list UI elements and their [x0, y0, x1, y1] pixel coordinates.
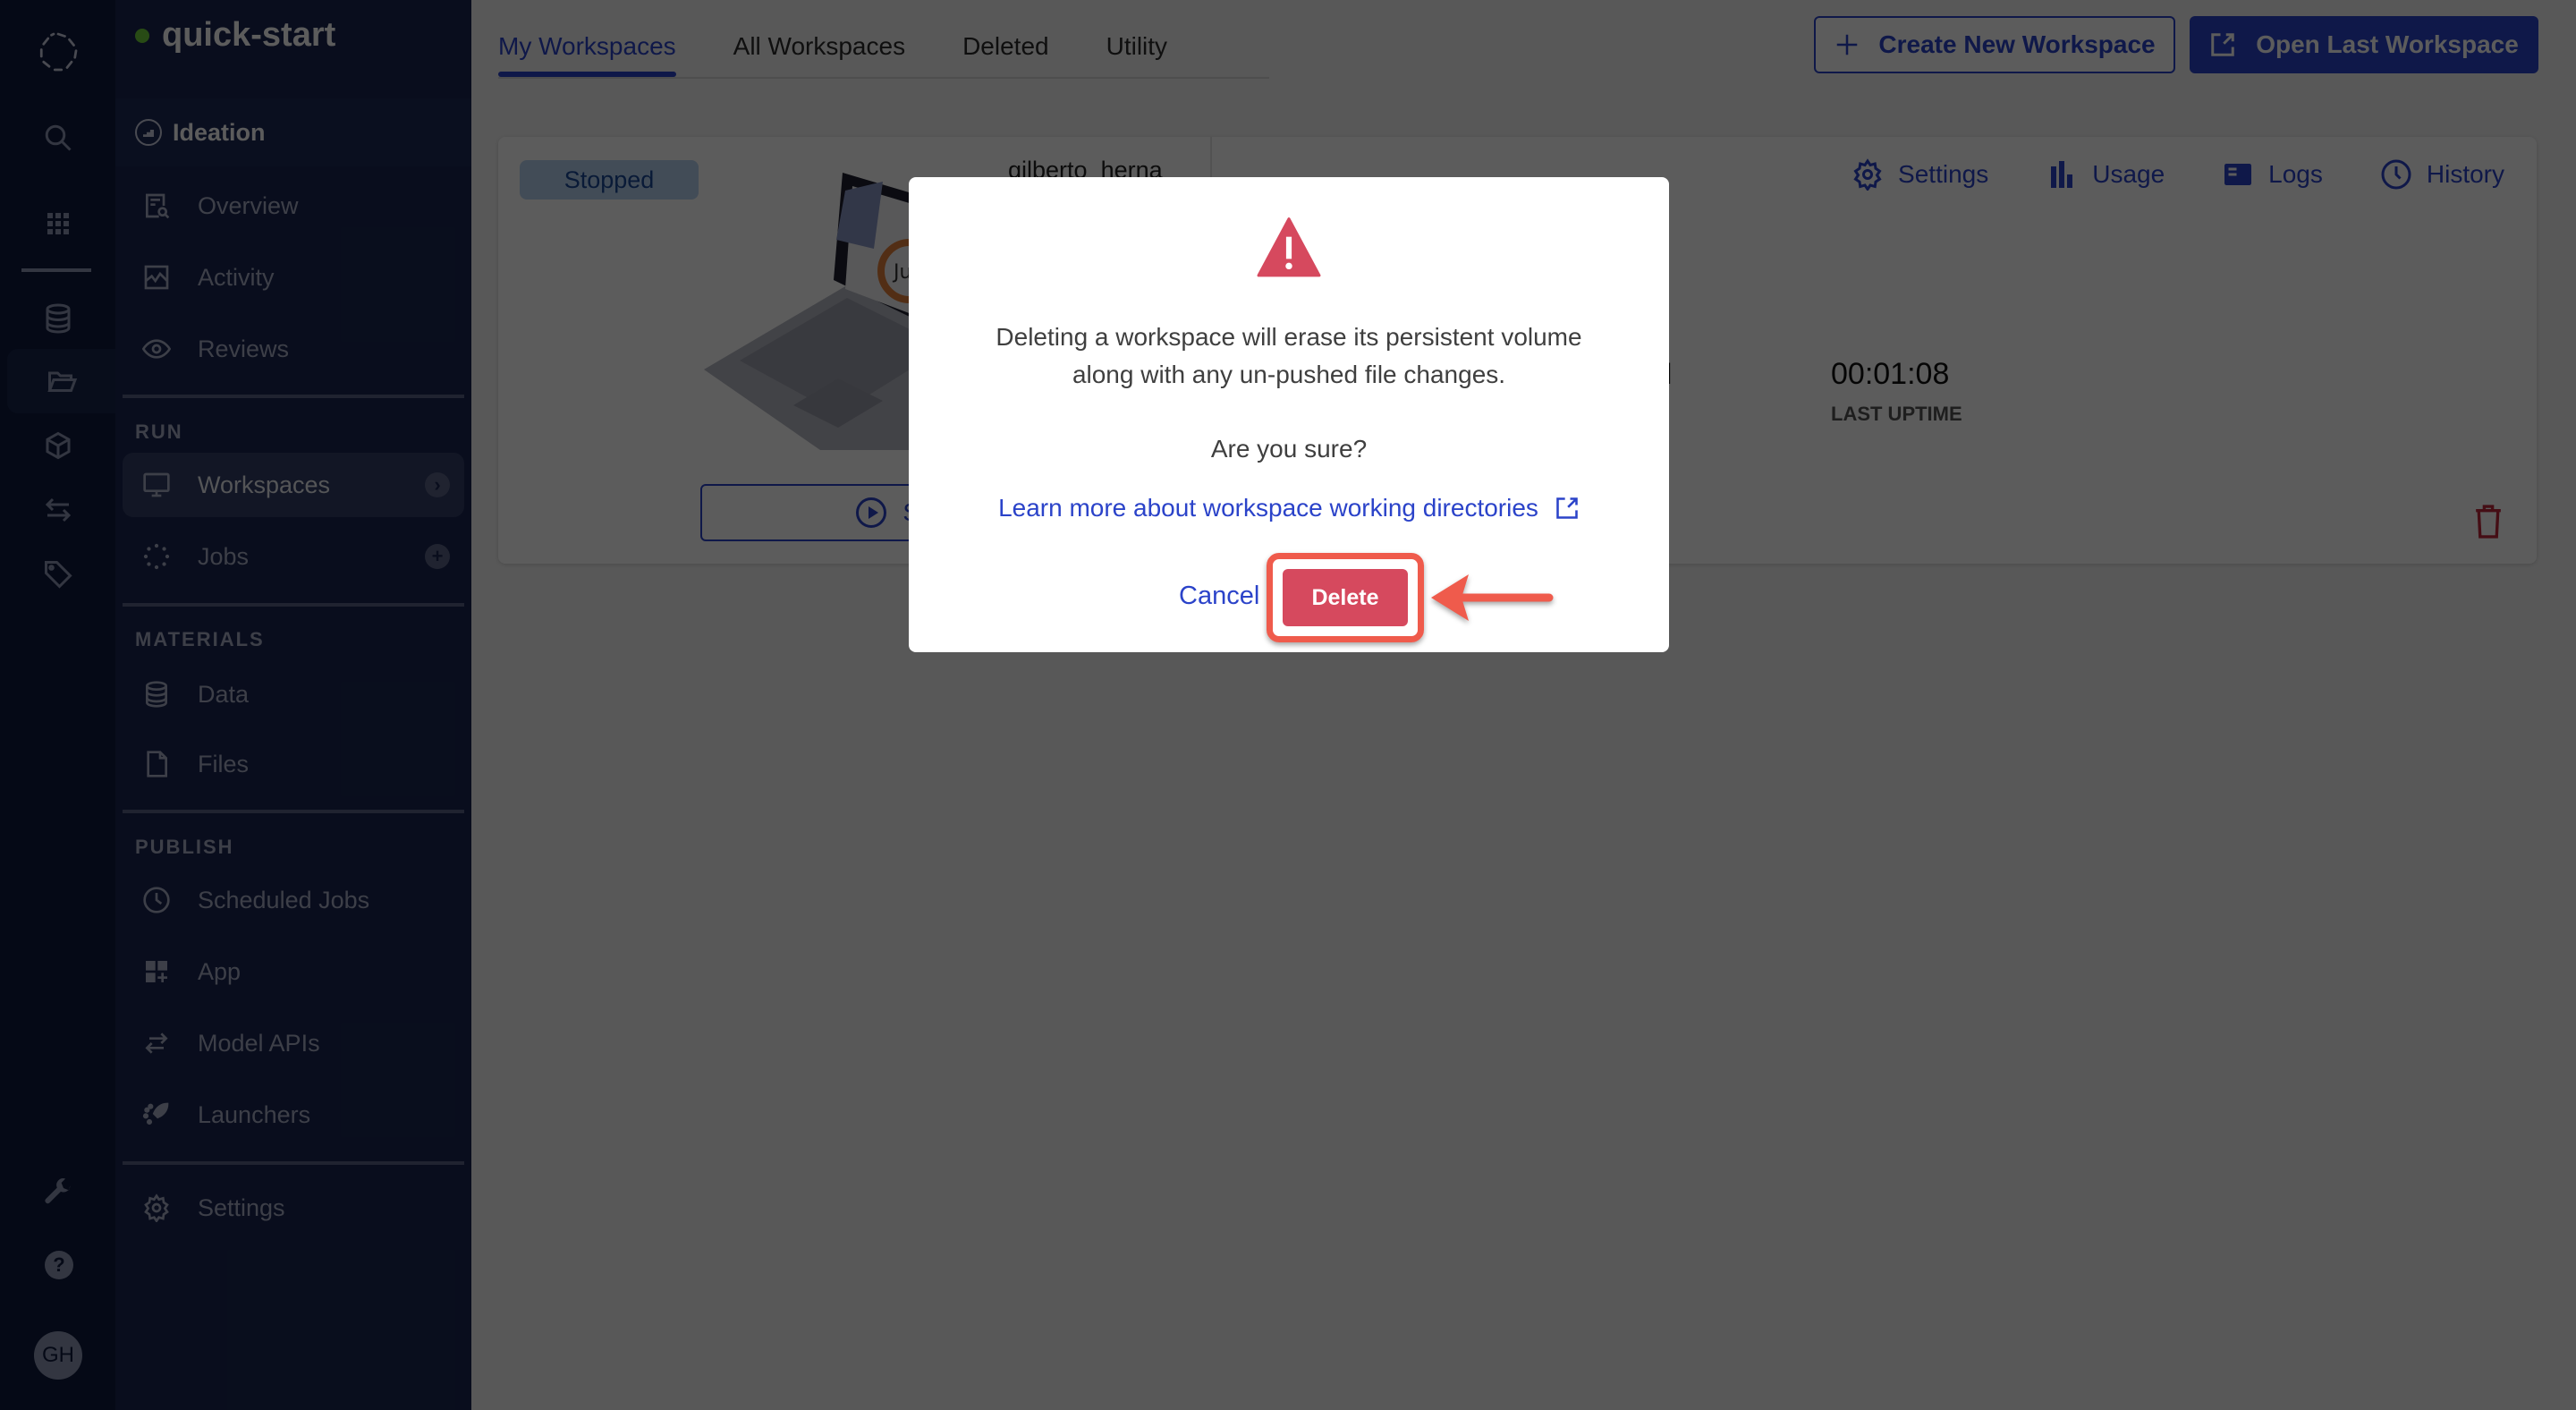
- dialog-question: Are you sure?: [1210, 435, 1368, 463]
- delete-workspace-dialog: Deleting a workspace will erase its pers…: [909, 177, 1669, 652]
- learn-more-link[interactable]: Learn more about workspace working direc…: [909, 494, 1669, 522]
- external-link-icon: [1556, 497, 1578, 519]
- cancel-button[interactable]: Cancel: [1179, 582, 1259, 611]
- learn-more-label: Learn more about workspace working direc…: [998, 494, 1538, 522]
- dialog-message-line1: Deleting a workspace will erase its pers…: [996, 323, 1582, 351]
- annotation-arrow-icon: [1431, 574, 1554, 621]
- warning-triangle-icon: [1257, 217, 1321, 277]
- delete-button[interactable]: Delete: [1283, 569, 1408, 626]
- dialog-message: Deleting a workspace will erase its pers…: [909, 319, 1669, 394]
- dialog-message-line2: along with any un-pushed file changes.: [1072, 361, 1506, 388]
